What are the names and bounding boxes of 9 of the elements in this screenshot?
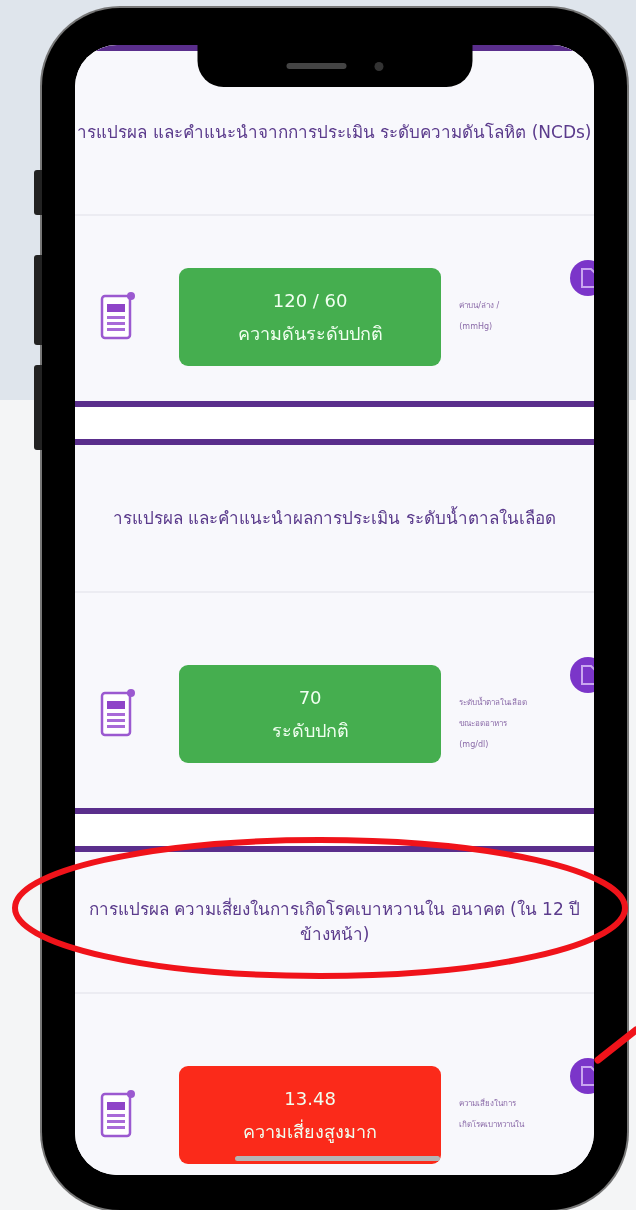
section-title: ารแปรผล และคำแนะนำจากการประเมิน ระดับความดันโลหิต (NCDs) bbox=[76, 121, 593, 145]
unit-label: ความเสี่ยงในการ เกิดโรคเบาหวานใน bbox=[459, 1097, 525, 1131]
section-title: การแปรผล ความเสี่ยงในการเกิดโรคเบาหวานใน อนาคต (ใน 12 ปีข้างหน้า) bbox=[87, 897, 582, 946]
unit-label: ค่าบน/ล่าง / (mmHg) bbox=[459, 300, 500, 333]
unit-label: ระดับน้ำตาลในเลือด ขณะอดอาหาร (mg/dl) bbox=[459, 696, 528, 751]
result-button[interactable]: 13.48 ความเสี่ยงสูงมาก bbox=[179, 1066, 442, 1164]
section-title: ารแปรผล และคำแนะนำผลการประเมิน ระดับน้ำตาลในเลือด bbox=[112, 505, 557, 530]
result-button[interactable]: 70 ระดับปกติ bbox=[179, 665, 442, 763]
result-button[interactable]: 120 / 60 ความดันระดับปกติ bbox=[179, 268, 442, 366]
